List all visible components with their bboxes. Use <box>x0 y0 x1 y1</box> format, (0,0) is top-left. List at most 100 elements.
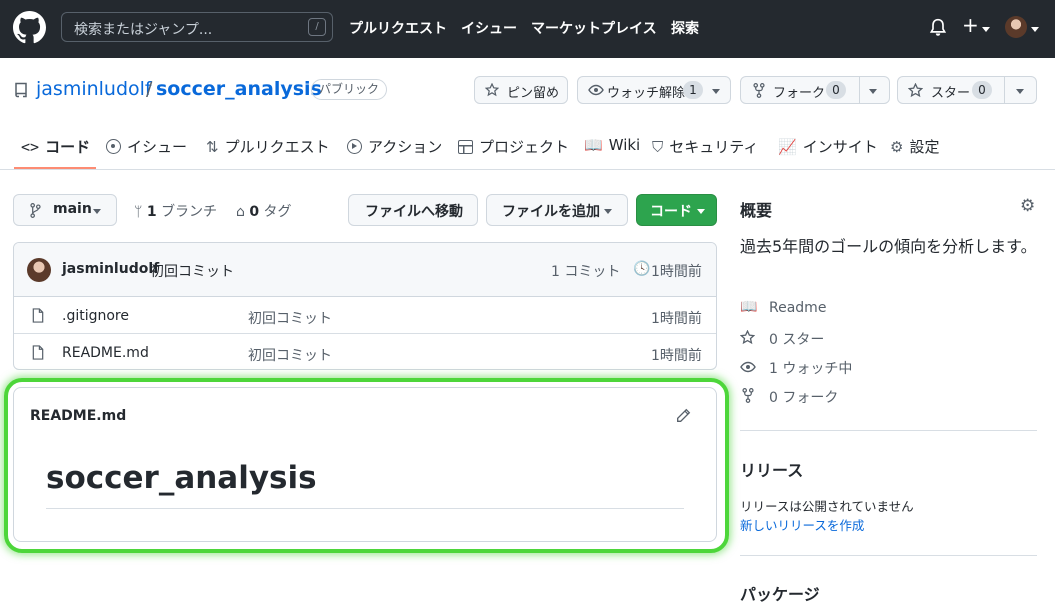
fork-button[interactable]: フォーク 0 <box>740 76 890 104</box>
user-avatar[interactable] <box>1005 16 1027 38</box>
history-icon: 🕓 <box>633 261 651 277</box>
tabs-divider <box>0 169 1055 170</box>
tab-insights-label: インサイト <box>802 138 878 156</box>
tab-security[interactable]: ⛉ セキュリティ <box>652 136 758 157</box>
go-to-file-label: ファイルへ移動 <box>365 204 463 220</box>
file-commit-message[interactable]: 初回コミット <box>248 345 332 365</box>
graph-icon: 📈 <box>778 138 797 156</box>
branch-count: 1 <box>146 204 157 220</box>
global-header: 検索またはジャンプ... / プルリクエスト イシュー マーケットプレイス 探索… <box>0 0 1055 58</box>
branch-icon: ᛘ <box>134 204 143 220</box>
code-button[interactable]: コード <box>636 194 717 226</box>
code-icon: <> <box>21 138 40 156</box>
add-file-button[interactable]: ファイルを追加 <box>486 194 628 226</box>
go-to-file-button[interactable]: ファイルへ移動 <box>348 194 478 226</box>
branch-name: main <box>53 201 92 217</box>
unwatch-button[interactable]: ウォッチ解除 1 <box>577 76 731 104</box>
file-name[interactable]: README.md <box>62 345 149 361</box>
tab-code[interactable]: <> コード <box>21 136 90 157</box>
file-list: jasminludolf 初回コミット 1 コミット 🕓 1時間前 .gitig… <box>13 242 717 370</box>
readme-link-label: Readme <box>769 300 827 316</box>
author-avatar[interactable] <box>27 258 51 282</box>
book-icon: 📖 <box>584 136 603 154</box>
create-release-link[interactable]: 新しいリリースを作成 <box>740 515 864 534</box>
chevron-down-icon[interactable] <box>1016 89 1024 94</box>
pin-icon <box>485 83 499 97</box>
watchers-label: 1 ウォッチ中 <box>769 361 853 377</box>
chevron-down-icon <box>1031 27 1039 32</box>
branch-selector-button[interactable]: main <box>13 194 117 226</box>
create-new-plus-icon[interactable]: + <box>962 15 979 35</box>
tab-actions-label: アクション <box>368 138 443 156</box>
commit-author[interactable]: jasminludolf <box>62 261 159 277</box>
repo-path-separator: / <box>146 78 153 100</box>
tab-pull-requests-label: プルリクエスト <box>224 138 330 156</box>
book-icon: 📖 <box>740 299 758 315</box>
branches-link[interactable]: ᛘ 1 ブランチ <box>134 201 217 221</box>
star-count: 0 <box>972 81 992 99</box>
tag-icon: ⌂ <box>236 204 245 220</box>
file-commit-message[interactable]: 初回コミット <box>248 308 332 328</box>
tab-insights[interactable]: 📈 インサイト <box>778 136 878 157</box>
commit-count[interactable]: 1 コミット <box>551 261 620 281</box>
chevron-down-icon <box>697 209 705 214</box>
tab-actions[interactable]: アクション <box>347 136 442 157</box>
pull-request-icon: ⇅ <box>206 138 219 156</box>
pin-button-label: ピン留め <box>507 86 560 101</box>
pencil-edit-icon[interactable] <box>676 408 691 423</box>
button-divider <box>1004 77 1005 103</box>
chevron-down-icon <box>93 209 101 214</box>
search-shortcut-key: / <box>308 18 326 36</box>
nav-explore[interactable]: 探索 <box>671 18 699 38</box>
tag-label: タグ <box>263 204 292 220</box>
file-name[interactable]: .gitignore <box>62 308 129 324</box>
search-input[interactable]: 検索またはジャンプ... / <box>61 12 333 42</box>
play-icon <box>347 139 362 154</box>
file-time: 1時間前 <box>651 348 702 364</box>
tab-issues[interactable]: イシュー <box>106 136 187 157</box>
notification-bell-icon[interactable] <box>929 18 947 38</box>
chevron-down-icon <box>604 209 612 214</box>
tab-pull-requests[interactable]: ⇅ プルリクエスト <box>206 136 330 157</box>
github-logo-icon[interactable] <box>13 11 46 44</box>
packages-title[interactable]: パッケージ <box>740 581 820 605</box>
readme-heading: soccer_analysis <box>46 460 317 496</box>
watch-count: 1 <box>683 81 703 99</box>
tags-link[interactable]: ⌂ 0 タグ <box>236 201 292 221</box>
stars-label: 0 スター <box>769 332 825 348</box>
unwatch-button-label: ウォッチ解除 <box>607 86 686 101</box>
commit-message[interactable]: 初回コミット <box>150 261 234 281</box>
chevron-down-icon <box>982 27 990 32</box>
repo-name-link[interactable]: soccer_analysis <box>156 78 322 100</box>
repo-owner-link[interactable]: jasminludolf <box>36 78 152 100</box>
search-placeholder: 検索またはジャンプ... <box>74 22 213 38</box>
repo-description: 過去5年間のゴールの傾向を分析します。 <box>740 237 1037 256</box>
nav-pull-requests[interactable]: プルリクエスト <box>349 18 447 38</box>
star-button[interactable]: スター 0 <box>897 76 1037 104</box>
file-icon <box>32 308 44 323</box>
tab-wiki[interactable]: 📖 Wiki <box>584 136 640 154</box>
gear-icon[interactable]: ⚙ <box>1020 196 1035 216</box>
nav-issues[interactable]: イシュー <box>461 18 517 38</box>
chevron-down-icon[interactable] <box>869 89 877 94</box>
visibility-badge: パブリック <box>311 79 388 100</box>
readme-file-label: README.md <box>30 408 127 424</box>
nav-marketplace[interactable]: マーケットプレイス <box>531 18 657 38</box>
project-table-icon <box>458 140 473 154</box>
eye-icon <box>740 361 756 373</box>
gear-icon: ⚙ <box>890 138 904 156</box>
code-button-label: コード <box>650 204 692 220</box>
table-row[interactable]: README.md 初回コミット 1時間前 <box>14 334 716 369</box>
releases-title[interactable]: リリース <box>740 457 803 481</box>
button-divider <box>859 77 860 103</box>
tab-wiki-label: Wiki <box>608 136 641 154</box>
tab-projects[interactable]: プロジェクト <box>458 136 569 157</box>
tab-settings[interactable]: ⚙ 設定 <box>890 136 939 157</box>
sidebar-divider <box>740 555 1037 556</box>
pin-button[interactable]: ピン留め <box>474 76 568 104</box>
fork-count: 0 <box>826 81 846 99</box>
table-row[interactable]: .gitignore 初回コミット 1時間前 <box>14 297 716 334</box>
tab-projects-label: プロジェクト <box>479 138 570 156</box>
tab-issues-label: イシュー <box>127 138 188 156</box>
star-icon <box>740 330 755 345</box>
